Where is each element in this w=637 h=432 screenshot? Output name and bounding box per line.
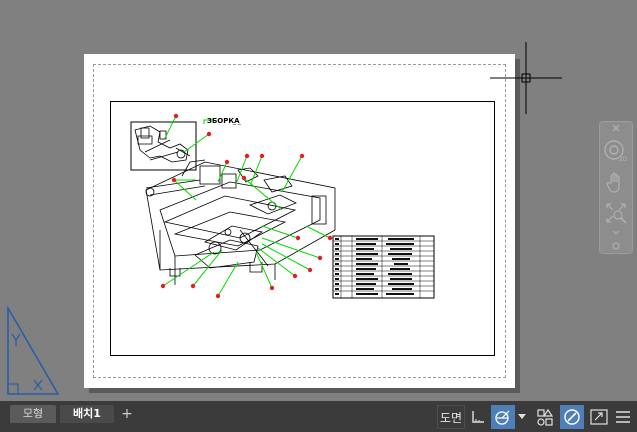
navigation-bar: 2D xyxy=(599,121,633,254)
leader-lines xyxy=(162,115,331,297)
crosshair-cursor-icon xyxy=(490,42,562,114)
ortho-mode-icon[interactable] xyxy=(466,405,490,429)
ucs-icon xyxy=(7,306,60,395)
isolate-objects-icon[interactable] xyxy=(534,405,556,429)
add-layout-button[interactable]: + xyxy=(118,405,136,423)
drawing-canvas[interactable]: ЗБОРКА _ _ 2D xyxy=(0,0,637,401)
steering-wheel-icon[interactable]: 2D xyxy=(602,136,630,164)
fullscreen-icon[interactable] xyxy=(588,405,610,429)
parts-list-table xyxy=(332,235,435,299)
status-bar: 모형 배치1 + 도면 xyxy=(0,401,637,432)
pan-hand-icon[interactable] xyxy=(602,170,630,196)
drawing-title-suffix: _ _ xyxy=(232,118,242,125)
nav-bar-options-icon[interactable] xyxy=(602,240,630,252)
detail-view xyxy=(134,125,191,163)
svg-text:2D: 2D xyxy=(619,156,628,162)
polar-tracking-icon[interactable] xyxy=(491,405,515,429)
annotation-scale-icon[interactable] xyxy=(560,405,584,429)
polar-dropdown-chevron-icon[interactable] xyxy=(515,405,529,429)
customization-menu-icon[interactable] xyxy=(612,405,634,429)
tab-layout1[interactable]: 배치1 xyxy=(60,405,114,423)
paper-space-button[interactable]: 도면 xyxy=(437,405,465,429)
zoom-extents-icon[interactable] xyxy=(602,200,630,226)
zoom-dropdown-chevron-icon[interactable] xyxy=(602,228,630,238)
nav-bar-close-icon[interactable] xyxy=(602,124,630,132)
tab-model[interactable]: 모형 xyxy=(10,405,56,423)
